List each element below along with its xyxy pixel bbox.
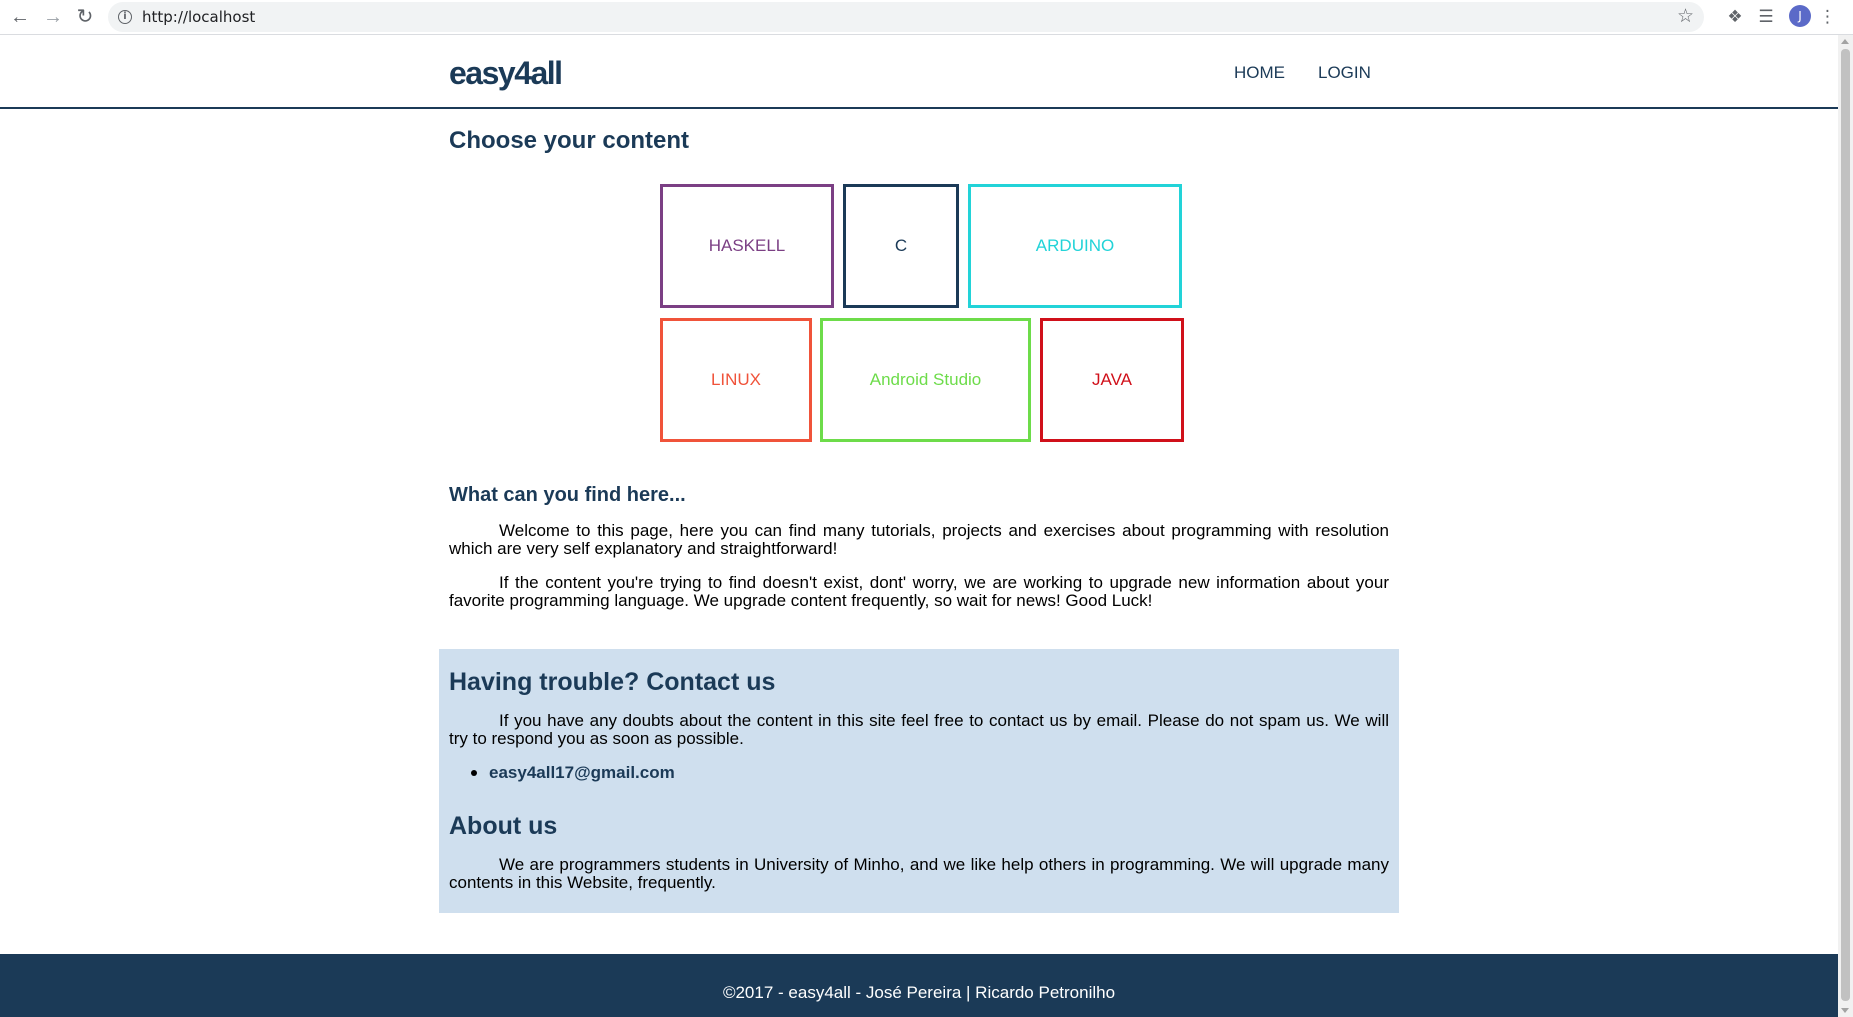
profile-avatar[interactable]: J — [1789, 5, 1811, 27]
site-info-icon[interactable]: i — [118, 10, 132, 24]
footer-copyright: ©2017 - easy4all - José Pereira | Ricard… — [722, 983, 1116, 1002]
tile-label: ARDUINO — [1035, 236, 1115, 255]
scroll-up-arrow-icon[interactable] — [1841, 39, 1849, 44]
tile-label: LINUX — [710, 370, 762, 389]
page-scrollbar[interactable] — [1838, 35, 1853, 1017]
bookmark-star-icon[interactable]: ☆ — [1677, 5, 1694, 28]
extensions-puzzle-icon[interactable]: ❖ — [1723, 5, 1747, 29]
address-bar[interactable]: i http://localhost ☆ — [108, 2, 1704, 32]
tile-label: JAVA — [1092, 370, 1132, 389]
tile-label: C — [894, 236, 908, 255]
nav-login-link[interactable]: LOGIN — [1318, 63, 1371, 83]
back-arrow-icon[interactable]: ← — [8, 5, 32, 29]
tile-java[interactable]: JAVA — [1040, 318, 1184, 442]
tile-arduino[interactable]: ARDUINO — [968, 184, 1182, 308]
site-footer: ©2017 - easy4all - José Pereira | Ricard… — [0, 954, 1838, 1017]
tile-linux[interactable]: LINUX — [660, 318, 812, 442]
nav-home-link[interactable]: HOME — [1234, 63, 1285, 83]
tile-c[interactable]: C — [843, 184, 959, 308]
upgrade-paragraph: If the content you're trying to find doe… — [449, 573, 1389, 610]
site-header: easy4all HOME LOGIN — [0, 35, 1838, 109]
intro-paragraph: Welcome to this page, here you can find … — [449, 521, 1389, 558]
site-logo[interactable]: easy4all — [449, 55, 563, 92]
tile-android-studio[interactable]: Android Studio — [820, 318, 1031, 442]
tile-haskell[interactable]: HASKELL — [660, 184, 834, 308]
about-us-heading: About us — [449, 812, 558, 840]
address-url[interactable]: http://localhost — [142, 8, 255, 26]
contact-paragraph: If you have any doubts about the content… — [449, 711, 1389, 748]
about-us-paragraph: We are programmers students in Universit… — [449, 855, 1389, 892]
reload-icon[interactable]: ↻ — [73, 5, 97, 29]
forward-arrow-icon[interactable]: → — [41, 5, 65, 29]
list-bullet — [471, 770, 477, 776]
what-can-you-find-heading: What can you find here... — [449, 484, 686, 506]
tile-label: HASKELL — [708, 236, 786, 255]
contact-email-link[interactable]: easy4all17@gmail.com — [489, 763, 675, 783]
scrollbar-thumb[interactable] — [1841, 49, 1850, 1001]
browser-toolbar: ← → ↻ i http://localhost ☆ ❖ ☰ J ⋮ — [0, 0, 1853, 35]
menu-kebab-icon[interactable]: ⋮ — [1819, 5, 1836, 29]
scroll-down-arrow-icon[interactable] — [1841, 1008, 1849, 1013]
tile-label: Android Studio — [869, 370, 982, 389]
media-queue-icon[interactable]: ☰ — [1754, 5, 1778, 29]
contact-heading: Having trouble? Contact us — [449, 668, 776, 696]
page-title: Choose your content — [449, 127, 690, 154]
